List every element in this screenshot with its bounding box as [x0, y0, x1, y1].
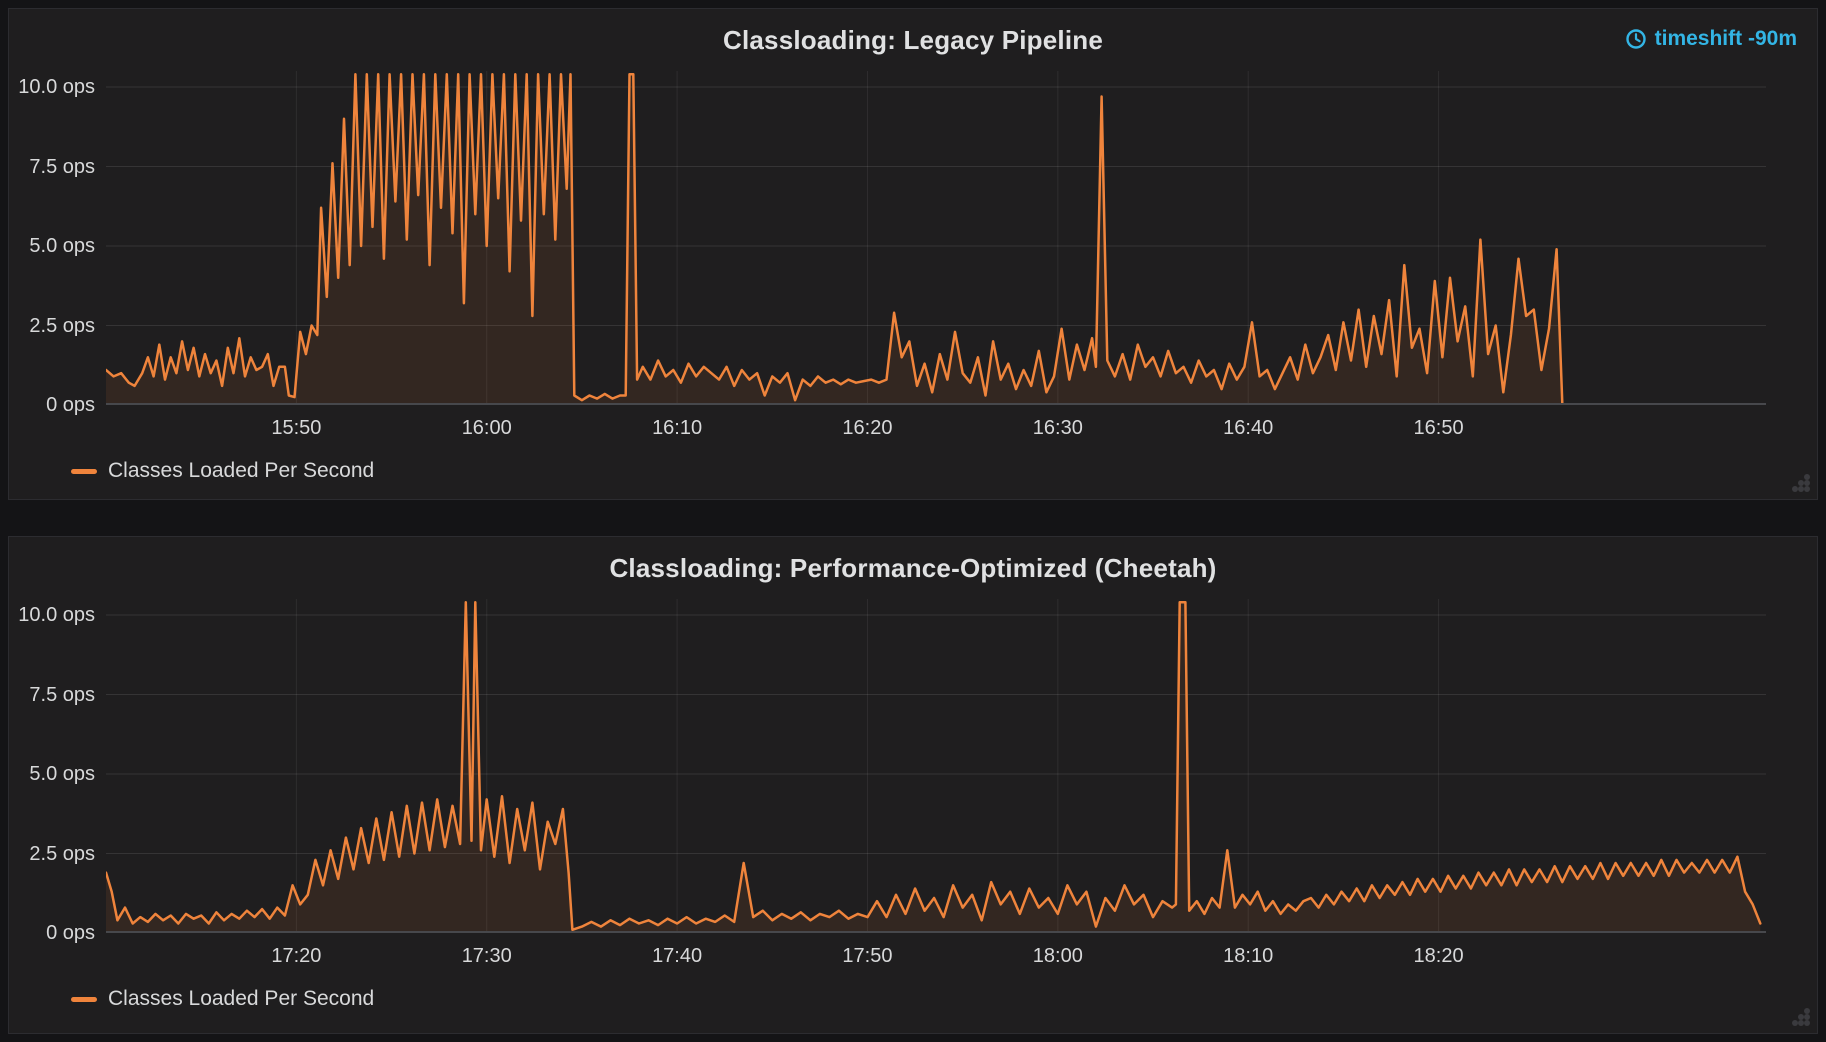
legend[interactable]: Classes Loaded Per Second	[71, 987, 374, 1011]
plot-area[interactable]	[106, 599, 1766, 933]
panel-resize-grip[interactable]	[1788, 1004, 1812, 1028]
time-series-graph[interactable]	[106, 71, 1766, 405]
x-axis-tick-label: 17:40	[652, 945, 702, 968]
x-axis-tick-label: 18:20	[1414, 945, 1464, 968]
panel-title[interactable]: Classloading: Legacy Pipeline	[9, 25, 1817, 56]
y-axis-tick-label: 10.0 ops	[9, 75, 95, 99]
y-axis-tick-label: 5.0 ops	[9, 762, 95, 786]
x-axis-tick-label: 17:20	[271, 945, 321, 968]
panel-classloading-cheetah: Classloading: Performance-Optimized (Che…	[8, 536, 1818, 1034]
x-axis-tick-label: 17:30	[462, 945, 512, 968]
x-axis-tick-label: 17:50	[842, 945, 892, 968]
x-axis-tick-label: 16:50	[1414, 417, 1464, 440]
x-axis-tick-label: 18:00	[1033, 945, 1083, 968]
x-axis-tick-label: 16:00	[462, 417, 512, 440]
x-axis-tick-label: 16:20	[842, 417, 892, 440]
y-axis-tick-label: 0 ops	[9, 393, 95, 417]
clock-icon	[1625, 28, 1647, 50]
y-axis-tick-label: 2.5 ops	[9, 314, 95, 338]
panel-resize-grip[interactable]	[1788, 470, 1812, 494]
series-fill	[106, 74, 1562, 405]
panel-classloading-legacy: Classloading: Legacy Pipeline timeshift …	[8, 8, 1818, 500]
y-axis-tick-label: 5.0 ops	[9, 234, 95, 258]
legend[interactable]: Classes Loaded Per Second	[71, 459, 374, 483]
x-axis-tick-label: 16:10	[652, 417, 702, 440]
panel-title[interactable]: Classloading: Performance-Optimized (Che…	[9, 553, 1817, 584]
time-series-graph[interactable]	[106, 599, 1766, 933]
y-axis-tick-label: 2.5 ops	[9, 842, 95, 866]
series-name[interactable]: Classes Loaded Per Second	[108, 987, 374, 1011]
x-axis-tick-label: 16:40	[1223, 417, 1273, 440]
y-axis-tick-label: 7.5 ops	[9, 683, 95, 707]
timeshift-label: timeshift -90m	[1655, 27, 1797, 51]
x-axis-tick-label: 18:10	[1223, 945, 1273, 968]
x-axis-tick-label: 16:30	[1033, 417, 1083, 440]
x-axis-tick-label: 15:50	[271, 417, 321, 440]
series-name[interactable]: Classes Loaded Per Second	[108, 459, 374, 483]
y-axis-tick-label: 0 ops	[9, 921, 95, 945]
series-fill	[106, 602, 1760, 933]
plot-area[interactable]	[106, 71, 1766, 405]
series-color-swatch	[71, 469, 97, 474]
y-axis-tick-label: 10.0 ops	[9, 603, 95, 627]
series-color-swatch	[71, 997, 97, 1002]
dashboard: { "colors":{ "series_orange":"#EF843C", …	[0, 0, 1826, 1042]
y-axis-tick-label: 7.5 ops	[9, 155, 95, 179]
timeshift-indicator: timeshift -90m	[1625, 27, 1797, 51]
